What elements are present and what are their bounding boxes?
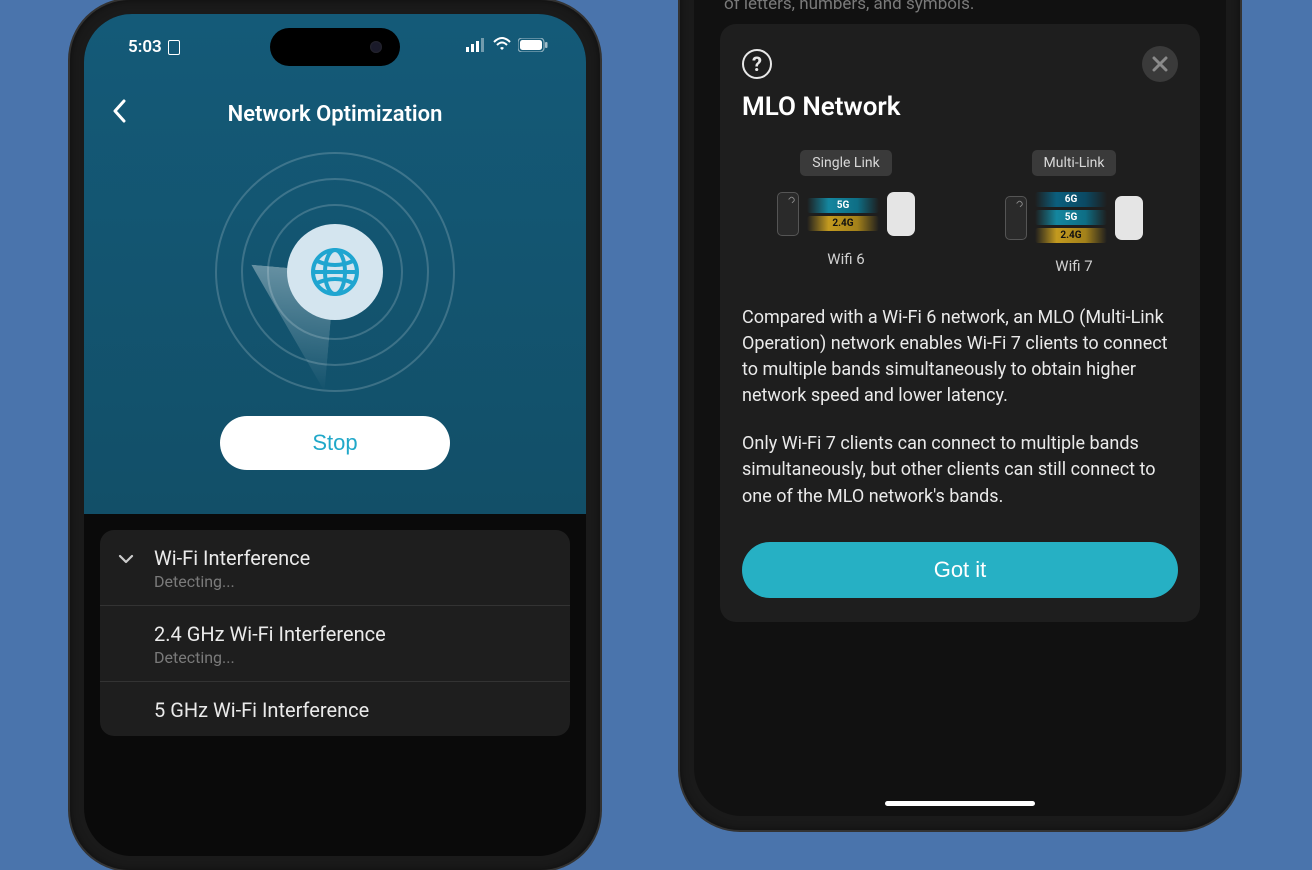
got-it-button[interactable]: Got it: [742, 542, 1178, 598]
mlo-diagram: Single Link 5G 2.4G Wifi 6 Multi-Lin: [742, 150, 1178, 275]
list-item[interactable]: Wi-Fi Interference Detecting...: [100, 530, 570, 606]
band-6g: 6G: [1035, 192, 1107, 207]
close-icon[interactable]: [1142, 46, 1178, 82]
stop-button[interactable]: Stop: [220, 416, 450, 470]
band-5g: 5G: [807, 198, 879, 213]
page-title: Network Optimization: [228, 102, 443, 127]
phone-right-screen: of letters, numbers, and symbols. ? MLO …: [694, 0, 1226, 816]
router-icon: [1115, 196, 1143, 240]
mlo-info-card: ? MLO Network Single Link 5G 2.4G: [720, 24, 1200, 622]
phone-right: of letters, numbers, and symbols. ? MLO …: [680, 0, 1240, 830]
tag-multi-link: Multi-Link: [1032, 150, 1117, 176]
dynamic-island: [270, 28, 400, 66]
mlo-description-2: Only Wi-Fi 7 clients can connect to mult…: [742, 431, 1178, 509]
radar-graphic: [84, 152, 586, 392]
list-item-status: Detecting...: [154, 648, 552, 667]
list-item-title: 5 GHz Wi-Fi Interference: [154, 698, 552, 722]
back-button[interactable]: [112, 99, 126, 130]
optimization-panel: Network Optimization: [84, 14, 586, 514]
wifi7-label: Wifi 7: [1055, 257, 1092, 275]
band-2-4g: 2.4G: [1035, 228, 1107, 243]
list-item-title: 2.4 GHz Wi-Fi Interference: [154, 622, 552, 646]
mlo-description-1: Compared with a Wi-Fi 6 network, an MLO …: [742, 305, 1178, 409]
mlo-title: MLO Network: [742, 92, 1178, 122]
phone-device-icon: [1005, 196, 1027, 240]
phone-left: 5:03 Network Optimization: [70, 0, 600, 870]
router-icon: [887, 192, 915, 236]
diagram-col-wifi6: Single Link 5G 2.4G Wifi 6: [742, 150, 950, 275]
previous-section-hint: of letters, numbers, and symbols.: [720, 0, 1200, 14]
phone-left-screen: 5:03 Network Optimization: [84, 14, 586, 856]
diagram-col-wifi7: Multi-Link 6G 5G 2.4G Wifi 7: [970, 150, 1178, 275]
battery-icon: [518, 37, 548, 57]
list-item[interactable]: 5 GHz Wi-Fi Interference: [100, 682, 570, 736]
help-icon[interactable]: ?: [742, 49, 772, 79]
band-2-4g: 2.4G: [807, 216, 879, 231]
list-item[interactable]: 2.4 GHz Wi-Fi Interference Detecting...: [100, 606, 570, 682]
list-item-status: Detecting...: [154, 572, 552, 591]
wifi6-label: Wifi 6: [827, 250, 864, 268]
chevron-down-icon: [118, 550, 134, 568]
globe-icon: [287, 224, 383, 320]
home-indicator[interactable]: [885, 801, 1035, 806]
nav-bar: Network Optimization: [84, 94, 586, 134]
phone-device-icon: [777, 192, 799, 236]
list-item-title: Wi-Fi Interference: [154, 546, 552, 570]
status-time: 5:03: [128, 37, 162, 57]
band-5g: 5G: [1035, 210, 1107, 225]
wifi-icon: [492, 37, 512, 57]
tag-single-link: Single Link: [800, 150, 891, 176]
interference-list: Wi-Fi Interference Detecting... 2.4 GHz …: [84, 514, 586, 736]
id-card-icon: [168, 40, 180, 55]
cellular-signal-icon: [466, 37, 486, 57]
